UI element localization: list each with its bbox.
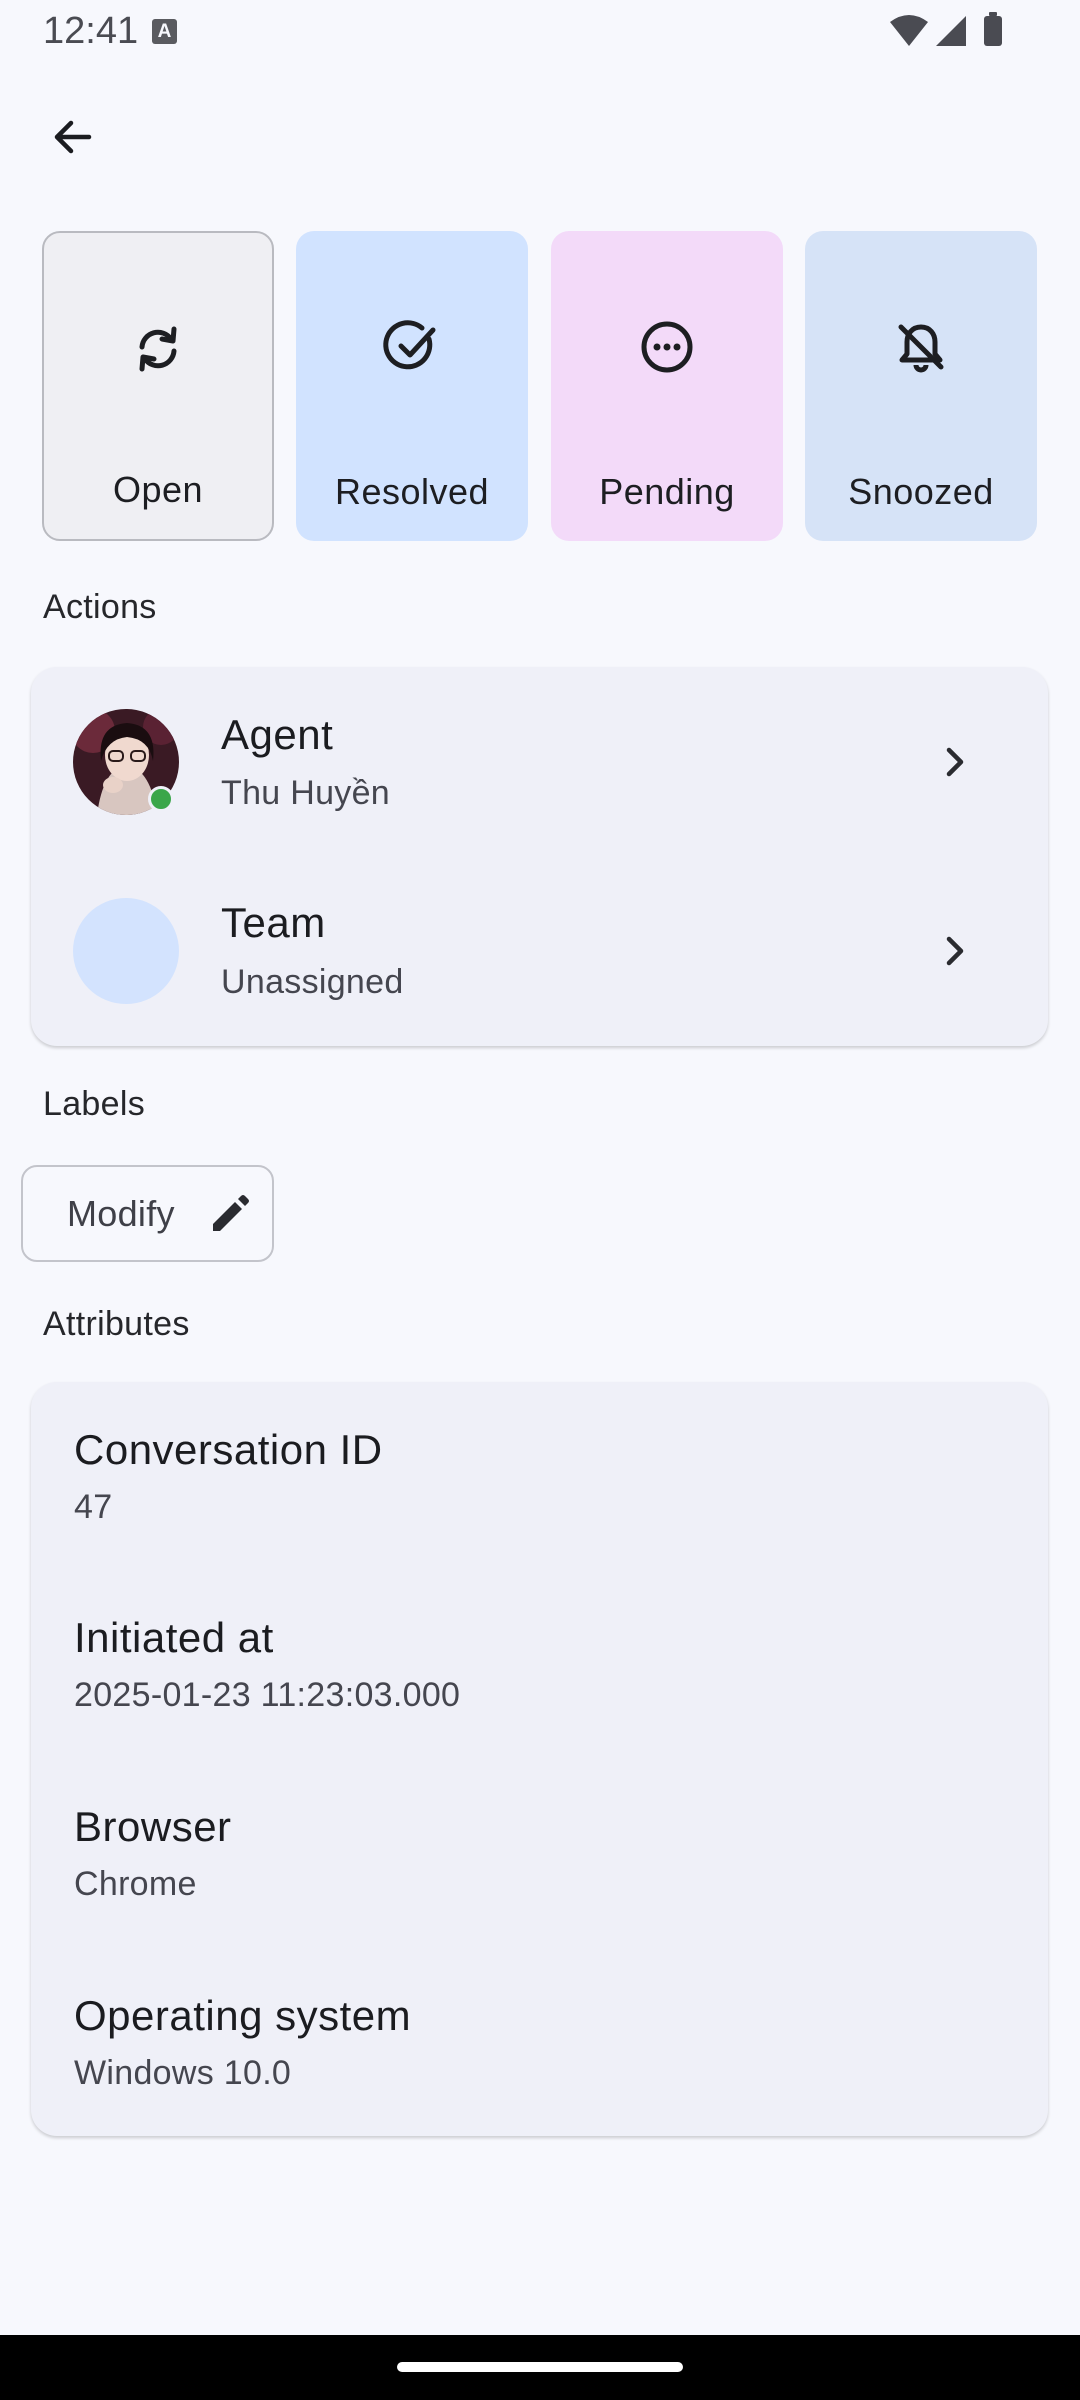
attribute-value: 47 [74,1488,113,1526]
arrow-left-icon [54,120,92,154]
attribute-title: Conversation ID [74,1426,383,1473]
status-tile-label: Pending [599,471,735,512]
attribute-row: Conversation ID 47 [31,1382,1048,1570]
attribute-value: Chrome [74,1865,197,1903]
team-value: Unassigned [221,963,404,1001]
status-tile-label: Resolved [334,471,490,512]
wifi-icon [890,15,928,46]
modify-labels-button[interactable]: Modify [21,1165,274,1262]
team-row[interactable] [31,857,1048,1046]
status-tile-snoozed[interactable]: Snoozed [805,231,1037,541]
status-tile-label: Snoozed [848,471,994,512]
home-gesture-handle[interactable] [397,2362,683,2372]
sync-icon [139,326,177,372]
signal-icon [936,16,966,46]
attribute-value: Windows 10.0 [74,2054,292,2092]
check-circle-icon [383,320,436,370]
agent-row[interactable] [31,667,1048,857]
modify-label: Modify [67,1193,175,1234]
attribute-row: Operating system Windows 10.0 [31,1948,1048,2136]
status-icons [888,10,1013,59]
chevron-right-icon [946,747,964,777]
battery-icon [984,12,1002,46]
chevron-right-icon [946,936,964,966]
bell-off-icon [898,324,944,373]
status-tile-open[interactable]: Open [42,231,274,541]
more-circle-icon [641,321,693,373]
back-button[interactable] [36,100,110,174]
actions-heading: Actions [43,588,157,626]
attribute-title: Initiated at [74,1614,274,1661]
attribute-title: Browser [74,1803,232,1850]
pencil-icon [213,1195,249,1231]
team-avatar [73,898,179,1004]
agent-name: Thu Huyền [221,774,391,812]
team-title: Team [221,899,326,946]
attribute-title: Operating system [74,1992,412,2039]
status-tile-resolved[interactable]: Resolved [296,231,528,541]
labels-heading: Labels [43,1085,145,1123]
attribute-row: Browser Chrome [31,1759,1048,1948]
status-time: 12:41 [43,10,139,52]
attributes-heading: Attributes [43,1305,190,1343]
agent-title: Agent [221,711,334,758]
online-status-dot [148,786,174,812]
attribute-value: 2025-01-23 11:23:03.000 [74,1676,461,1714]
attribute-row: Initiated at 2025-01-23 11:23:03.000 [31,1570,1048,1759]
status-tile-pending[interactable]: Pending [551,231,783,541]
status-tile-label: Open [112,469,204,510]
keyboard-indicator-icon: A [152,19,177,44]
